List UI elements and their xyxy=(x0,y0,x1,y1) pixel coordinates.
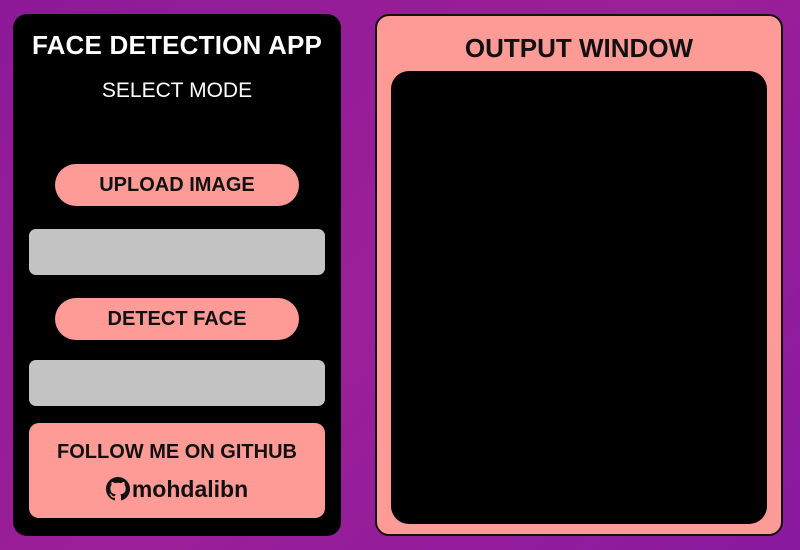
output-window-title: OUTPUT WINDOW xyxy=(464,33,694,63)
detect-status-field xyxy=(29,360,325,406)
github-icon xyxy=(105,476,130,501)
upload-path-field xyxy=(29,229,325,275)
github-link-card[interactable]: FOLLOW ME ON GITHUB mohdalibn xyxy=(29,423,325,518)
detect-face-button[interactable]: DETECT FACE xyxy=(55,298,299,340)
upload-image-button[interactable]: UPLOAD IMAGE xyxy=(55,164,299,206)
select-mode-label: SELECT MODE xyxy=(101,79,253,102)
follow-github-label: FOLLOW ME ON GITHUB xyxy=(57,440,297,463)
github-handle: mohdalibn xyxy=(131,475,249,502)
control-panel: FACE DETECTION APP SELECT MODE UPLOAD IM… xyxy=(13,14,341,536)
app-title: FACE DETECTION APP xyxy=(31,30,323,60)
github-handle-row[interactable]: mohdalibn xyxy=(105,475,249,502)
output-panel: OUTPUT WINDOW xyxy=(375,14,783,536)
output-image-area xyxy=(391,71,767,524)
